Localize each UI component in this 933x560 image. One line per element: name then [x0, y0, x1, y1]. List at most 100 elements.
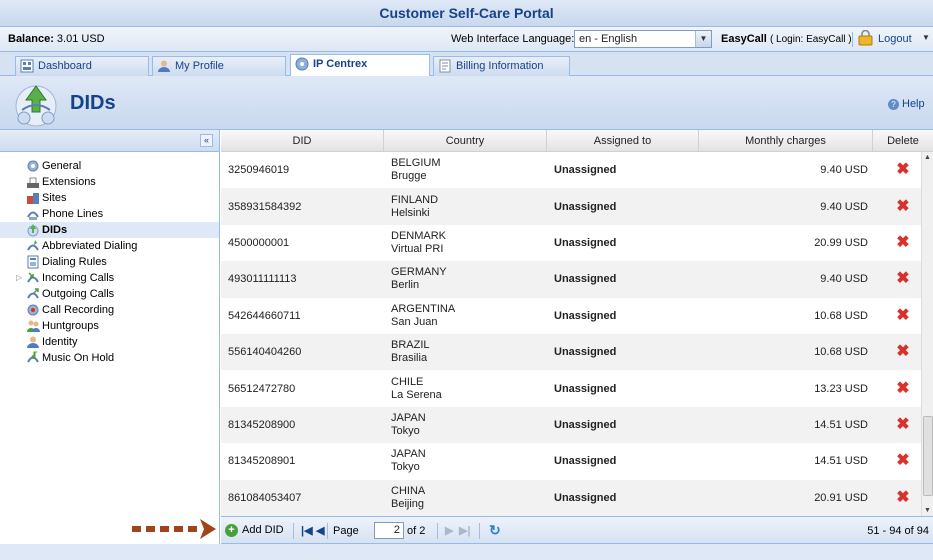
- dids-icon: [27, 224, 39, 237]
- column-header-assigned-to[interactable]: Assigned to: [547, 130, 699, 152]
- table-row[interactable]: 493011111113 GERMANY Berlin Unassigned 9.40 …: [221, 261, 921, 298]
- column-header-country[interactable]: Country: [384, 130, 547, 152]
- vertical-scrollbar[interactable]: ▲ ▼: [921, 152, 933, 516]
- sidebar-item-label: Outgoing Calls: [42, 288, 115, 300]
- dialing-rules-icon: [27, 255, 39, 269]
- table-row[interactable]: 81345208901 JAPAN Tokyo Unassigned 14.51 USD…: [221, 443, 921, 479]
- add-did-button[interactable]: + Add DID: [225, 524, 284, 537]
- sidebar-item-huntgroups[interactable]: Huntgroups: [0, 318, 219, 334]
- sidebar-item-outgoing-calls[interactable]: Outgoing Calls: [0, 286, 219, 302]
- chevron-down-icon[interactable]: ▼: [922, 33, 930, 42]
- delete-icon: ✖: [896, 233, 910, 251]
- table-row[interactable]: 81345208900 JAPAN Tokyo Unassigned 14.51 USD…: [221, 406, 921, 444]
- did-cell: 542644660711: [228, 309, 301, 322]
- assigned-cell: Unassigned: [554, 382, 617, 395]
- bottom-strip: [0, 544, 933, 560]
- table-row[interactable]: 861084053407 CHINA Beijing Unassigned 20.91 …: [221, 479, 921, 516]
- sidebar-item-label: DIDs: [42, 224, 68, 236]
- charges-cell: 10.68 USD: [814, 346, 868, 359]
- delete-icon: ✖: [896, 452, 910, 470]
- first-page-icon[interactable]: |◀: [301, 524, 313, 537]
- sidebar-item-music-on-hold[interactable]: Music On Hold: [0, 350, 219, 366]
- tab-my-profile[interactable]: My Profile: [152, 56, 286, 76]
- sidebar-item-label: Phone Lines: [42, 208, 104, 220]
- table-row[interactable]: 542644660711 ARGENTINA San Juan Unassigned 1…: [221, 298, 921, 334]
- chevron-down-icon[interactable]: ▼: [695, 31, 711, 47]
- delete-button[interactable]: ✖: [888, 298, 918, 334]
- column-header-monthly-charges[interactable]: Monthly charges: [699, 130, 873, 152]
- dids-icon: [15, 85, 57, 127]
- table-row[interactable]: 4500000001 DENMARK Virtual PRI Unassigned 20…: [221, 225, 921, 261]
- sidebar-item-identity[interactable]: Identity: [0, 334, 219, 350]
- expand-arrow-icon[interactable]: ▷: [16, 270, 22, 286]
- country-cell: DENMARK Virtual PRI: [391, 225, 446, 261]
- country-name: JAPAN: [391, 411, 426, 424]
- paging-toolbar: + Add DID |◀ ◀ Page 2 of 2 ▶ ▶| ↻ 51 - 94…: [221, 516, 933, 544]
- refresh-icon[interactable]: ↻: [489, 522, 501, 539]
- table-row[interactable]: 556140404260 BRAZIL Brasilia Unassigned 10.6…: [221, 334, 921, 371]
- sidebar-item-call-recording[interactable]: Call Recording: [0, 302, 219, 318]
- table-row[interactable]: 56512472780 CHILE La Serena Unassigned 13.23…: [221, 370, 921, 406]
- help-button[interactable]: ? Help: [888, 98, 925, 110]
- last-page-icon[interactable]: ▶|: [459, 524, 471, 537]
- profile-icon: [158, 60, 170, 72]
- collapse-sidebar-icon[interactable]: «: [200, 134, 213, 147]
- page-number-input[interactable]: 2: [374, 522, 404, 539]
- dotted-arrow-icon: [132, 519, 216, 539]
- lock-icon[interactable]: [858, 30, 873, 46]
- country-cell: FINLAND Helsinki: [391, 188, 438, 224]
- divider: [479, 523, 480, 539]
- logout-button[interactable]: Logout: [878, 33, 912, 45]
- sidebar-item-general[interactable]: General: [0, 158, 219, 174]
- table-row[interactable]: 358931584392 FINLAND Helsinki Unassigned 9.4…: [221, 188, 921, 225]
- delete-button[interactable]: ✖: [888, 188, 918, 224]
- sidebar-item-extensions[interactable]: Extensions: [0, 174, 219, 190]
- column-header-did[interactable]: DID: [221, 130, 384, 152]
- country-cell: JAPAN Tokyo: [391, 407, 426, 443]
- delete-button[interactable]: ✖: [888, 334, 918, 370]
- language-label: Web Interface Language:: [451, 33, 575, 45]
- delete-button[interactable]: ✖: [888, 225, 918, 261]
- scroll-up-icon[interactable]: ▲: [924, 154, 931, 161]
- country-cell: CHINA Beijing: [391, 480, 425, 516]
- country-name: DENMARK: [391, 229, 447, 242]
- delete-button[interactable]: ✖: [888, 480, 918, 516]
- sidebar-tree: General Extensions Sites Phone Lines DID…: [0, 152, 219, 366]
- sidebar-item-incoming-calls[interactable]: ▷ Incoming Calls: [0, 270, 219, 286]
- country-cell: CHILE La Serena: [391, 370, 442, 406]
- sidebar-item-label: Music On Hold: [42, 352, 115, 364]
- language-value: en - English: [579, 33, 638, 45]
- language-select[interactable]: en - English ▼: [574, 30, 712, 48]
- delete-button[interactable]: ✖: [888, 261, 918, 297]
- dashboard-icon: [20, 59, 34, 73]
- did-cell: 3250946019: [228, 164, 290, 177]
- delete-button[interactable]: ✖: [888, 152, 918, 188]
- tab-billing-information[interactable]: Billing Information: [433, 56, 570, 76]
- sites-icon: [27, 193, 39, 204]
- scroll-thumb[interactable]: [923, 416, 933, 496]
- previous-page-icon[interactable]: ◀: [316, 524, 324, 537]
- help-icon: ?: [888, 99, 899, 110]
- sidebar-item-dids[interactable]: DIDs: [0, 222, 219, 238]
- tab-bar: Dashboard My Profile IP Centrex Billing …: [0, 52, 933, 76]
- did-cell: 81345208901: [228, 455, 296, 468]
- tab-label: Billing Information: [456, 60, 544, 72]
- sidebar-item-abbreviated-dialing[interactable]: Abbreviated Dialing: [0, 238, 219, 254]
- sidebar: « General Extensions Sites Phone Lines D…: [0, 130, 220, 560]
- sidebar-item-sites[interactable]: Sites: [0, 190, 219, 206]
- delete-button[interactable]: ✖: [888, 443, 918, 479]
- tab-dashboard[interactable]: Dashboard: [15, 56, 149, 76]
- dids-grid: DID Country Assigned to Monthly charges …: [221, 130, 933, 516]
- delete-button[interactable]: ✖: [888, 407, 918, 443]
- scroll-down-icon[interactable]: ▼: [924, 507, 931, 514]
- tab-label: Dashboard: [38, 60, 92, 72]
- sidebar-item-label: Dialing Rules: [42, 256, 107, 268]
- sidebar-item-phone-lines[interactable]: Phone Lines: [0, 206, 219, 222]
- table-row[interactable]: 3250946019 BELGIUM Brugge Unassigned 9.40 US…: [221, 152, 921, 188]
- tab-ip-centrex[interactable]: IP Centrex: [290, 54, 430, 76]
- sidebar-item-dialing-rules[interactable]: Dialing Rules: [0, 254, 219, 270]
- charges-cell: 9.40 USD: [820, 164, 868, 177]
- next-page-icon[interactable]: ▶: [445, 524, 453, 537]
- delete-icon: ✖: [896, 197, 910, 215]
- delete-button[interactable]: ✖: [888, 370, 918, 406]
